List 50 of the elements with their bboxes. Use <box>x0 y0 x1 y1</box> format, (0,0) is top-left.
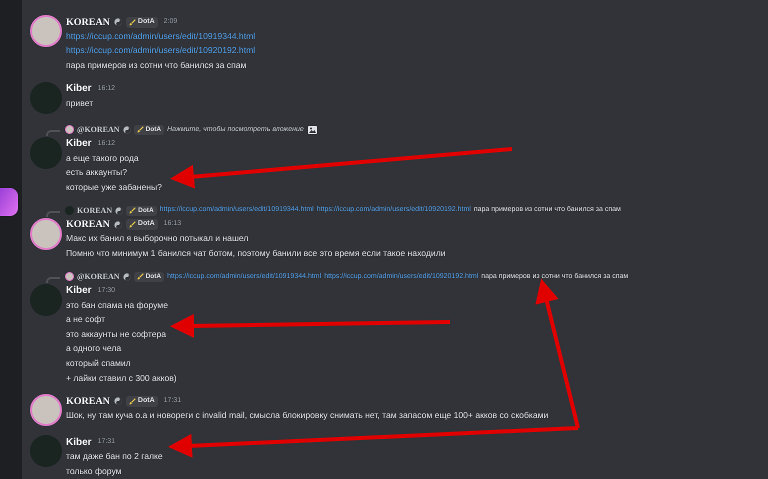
sword-icon <box>128 18 136 26</box>
link[interactable]: https://iccup.com/admin/users/edit/10919344.html <box>66 30 256 43</box>
sword-icon <box>128 221 136 228</box>
emblem-icon <box>114 220 122 229</box>
message-text: Шок, ну там куча о.а и новореги с invalid mail, смысла блокировку снимать нет, там запасом еще 100+ акков со скобками <box>66 409 548 422</box>
username[interactable]: Kiber <box>66 136 92 152</box>
emblem-icon <box>122 126 131 134</box>
sword-icon <box>136 273 144 280</box>
sword-icon <box>136 126 144 134</box>
message-text: которые уже забанены? <box>66 180 162 194</box>
message-text: только форум <box>66 464 122 478</box>
message-text: который спамил <box>66 356 131 370</box>
username[interactable]: Kiber <box>66 283 92 298</box>
message-text: + лайки ставил с 300 акков) <box>66 372 177 384</box>
username[interactable]: KOREAN <box>66 14 110 30</box>
link[interactable]: https://iccup.com/admin/users/edit/10920192.html <box>66 44 256 58</box>
reply-spine <box>46 276 60 283</box>
sword-icon <box>128 398 136 405</box>
avatar[interactable] <box>65 272 74 282</box>
username[interactable]: @KOREAN <box>77 124 120 136</box>
emblem-icon <box>115 206 124 215</box>
username[interactable]: KOREAN <box>66 394 110 409</box>
message-text: пара примеров из сотни что банился за спам <box>66 59 246 72</box>
message-text: а еще такого рода <box>66 152 139 165</box>
avatar[interactable] <box>30 394 62 426</box>
username[interactable]: @KOREAN <box>77 270 120 283</box>
message-text: есть аккаунты? <box>66 166 127 180</box>
reply-spine <box>46 210 60 217</box>
message-text: Макс их банил я выборочно потыкал и нашел <box>66 232 248 246</box>
avatar[interactable] <box>65 125 74 134</box>
message-text: это аккаунты не софтера <box>66 328 166 341</box>
image-icon <box>308 126 317 134</box>
avatar[interactable] <box>30 218 62 250</box>
message-text: там даже бан по 2 галке <box>66 450 163 464</box>
username[interactable]: Kiber <box>66 434 92 450</box>
emblem-icon <box>122 272 131 281</box>
username[interactable]: KOREAN <box>77 204 112 217</box>
username[interactable]: Kiber <box>66 81 92 96</box>
avatar[interactable] <box>30 15 62 47</box>
message-text: это бан спама на форуме <box>66 298 168 312</box>
username[interactable]: KOREAN <box>66 217 110 232</box>
message-text: привет <box>66 96 94 110</box>
emblem-icon <box>114 397 122 406</box>
message-text: Помню что минимум 1 банился чат ботом, поэтому банили все это время если такое находили <box>66 247 446 260</box>
server-icon[interactable] <box>0 188 18 216</box>
message-text: а не софт <box>66 313 106 326</box>
reply-spine <box>46 130 60 136</box>
sword-icon <box>129 207 136 214</box>
emblem-icon <box>114 18 122 26</box>
message-text: а одного чела <box>66 342 122 356</box>
